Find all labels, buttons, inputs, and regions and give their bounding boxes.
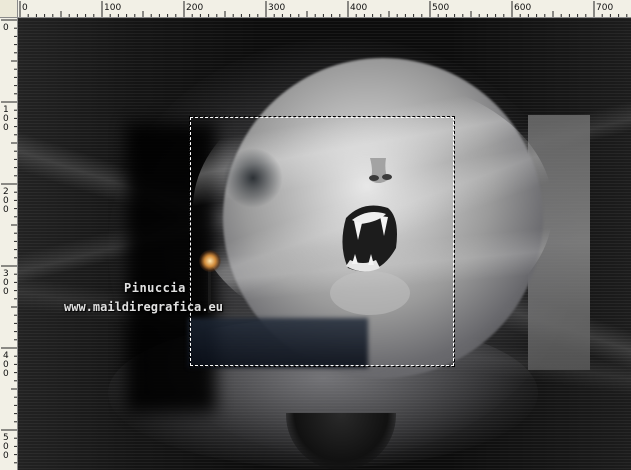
watermark-url: www.maildiregrafica.eu: [64, 300, 223, 314]
horizontal-ruler-ticks: 0 100 200 300 400 500 600 700: [19, 1, 628, 17]
ruler-label: 500: [432, 3, 449, 13]
horizontal-ruler[interactable]: 0 100 200 300 400 500 600 700: [18, 0, 631, 18]
watermark-name: Pinuccia: [124, 281, 186, 295]
vertical-ruler[interactable]: 0100200300400500: [0, 18, 18, 470]
ruler-label: 0: [22, 3, 28, 13]
ruler-label: 300: [268, 3, 285, 13]
image-canvas[interactable]: Pinuccia www.maildiregrafica.eu: [18, 18, 631, 470]
ruler-label: 0: [3, 451, 9, 461]
ruler-label: 0: [3, 205, 9, 215]
ruler-label: 0: [3, 287, 9, 297]
ruler-label: 400: [350, 3, 367, 13]
ruler-label: 0: [3, 123, 9, 133]
ruler-label: 600: [514, 3, 531, 13]
ruler-label: 100: [104, 3, 121, 13]
ruler-label: 200: [186, 3, 203, 13]
selection-marquee[interactable]: [189, 116, 455, 367]
ruler-label: 0: [3, 23, 9, 33]
selection-marquee-inner: [190, 117, 454, 366]
ruler-label: 700: [596, 3, 613, 13]
ruler-label: 0: [3, 369, 9, 379]
vertical-ruler-ticks: 0100200300400500: [1, 19, 17, 464]
ruler-corner: [0, 0, 18, 18]
